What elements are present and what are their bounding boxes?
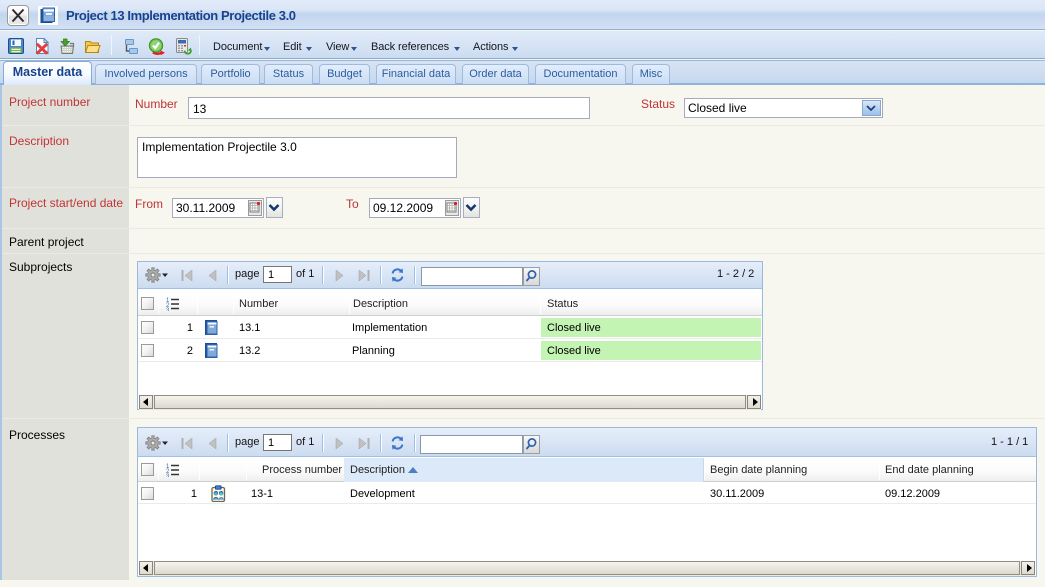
svg-text:3: 3	[166, 308, 170, 311]
svg-text:3: 3	[166, 474, 170, 477]
